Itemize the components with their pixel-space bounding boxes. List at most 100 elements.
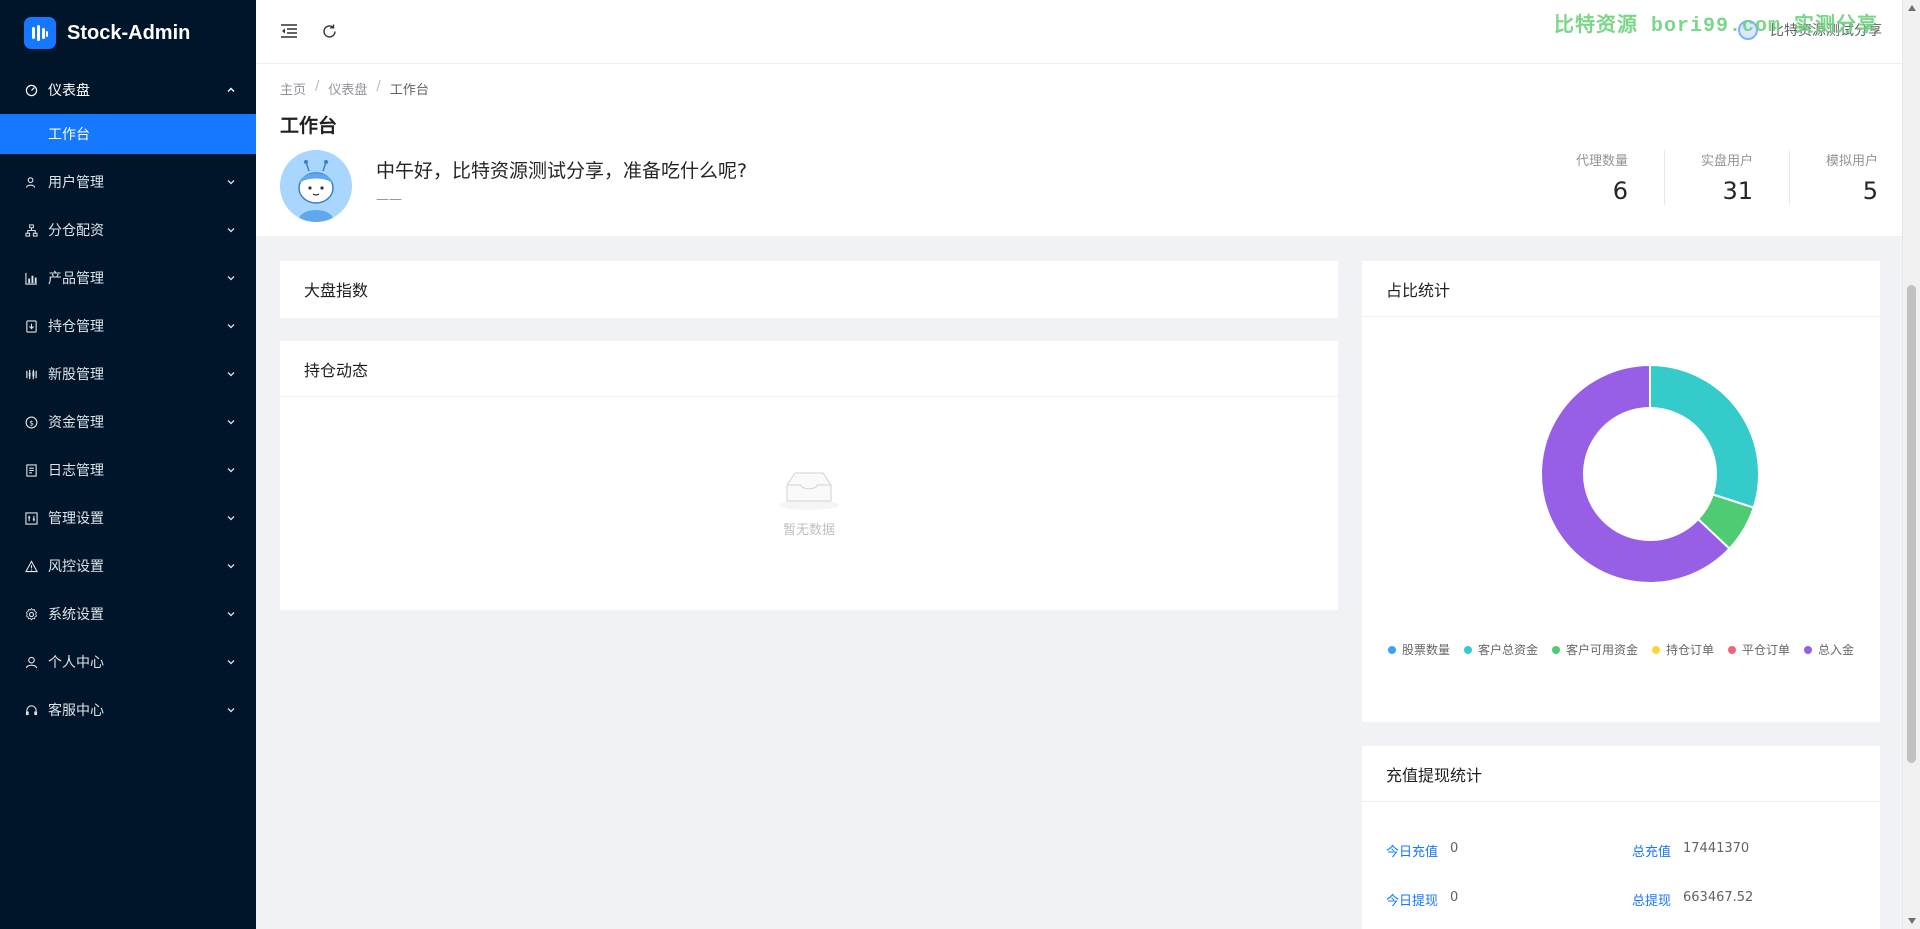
- fund-label[interactable]: 今日充值: [1386, 841, 1438, 860]
- legend-item[interactable]: 股票数量: [1387, 641, 1450, 658]
- sidebar-item-label: 客服中心: [48, 703, 104, 719]
- inbox-icon: [24, 319, 38, 333]
- greeting-sub: ——: [376, 192, 402, 207]
- sidebar-item-label: 风控设置: [48, 559, 104, 575]
- breadcrumb-current: 工作台: [389, 83, 429, 98]
- breadcrumb-separator: /: [315, 79, 320, 94]
- breadcrumb: 主页 / 仪表盘 / 工作台: [280, 79, 429, 98]
- scroll-up-icon[interactable]: [1907, 3, 1917, 13]
- chevron-down-icon: [226, 417, 236, 427]
- stat-value: 31: [1722, 177, 1753, 205]
- pie-slice-1[interactable]: [1649, 363, 1760, 509]
- sidebar-item-funds[interactable]: $ 资金管理: [0, 398, 256, 446]
- scroll-down-icon[interactable]: [1907, 916, 1917, 926]
- sidebar-item-label: 系统设置: [48, 607, 104, 623]
- sidebar-item-ipo[interactable]: 新股管理: [0, 350, 256, 398]
- stat-agents: 代理数量 6: [1542, 150, 1628, 205]
- stat-value: 6: [1612, 177, 1628, 205]
- card-title: 持仓动态: [280, 341, 1338, 397]
- greeting: 中午好，比特资源测试分享，准备吃什么呢?: [376, 160, 748, 182]
- chevron-down-icon: [226, 561, 236, 571]
- sidebar-subitem-label: 工作台: [48, 127, 90, 143]
- stat-real-users: 实盘用户 31: [1663, 150, 1753, 205]
- sidebar-item-logs[interactable]: 日志管理: [0, 446, 256, 494]
- log-icon: [24, 463, 38, 477]
- sidebar-item-label: 管理设置: [48, 511, 104, 527]
- sidebar-item-admin-settings[interactable]: 管理设置: [0, 494, 256, 542]
- cluster-icon: [24, 223, 38, 237]
- sidebar-item-label: 仪表盘: [48, 83, 90, 99]
- legend-label: 股票数量: [1401, 643, 1450, 657]
- sidebar-item-support[interactable]: 客服中心: [0, 686, 256, 734]
- menu-fold-icon[interactable]: [278, 20, 300, 42]
- card-title: 占比统计: [1362, 261, 1880, 317]
- sidebar-subitem-workbench[interactable]: 工作台: [0, 114, 256, 154]
- fund-label[interactable]: 总充值: [1632, 841, 1671, 860]
- chevron-down-icon: [226, 225, 236, 235]
- chevron-down-icon: [226, 705, 236, 715]
- chevron-down-icon: [226, 369, 236, 379]
- chevron-up-icon: [226, 85, 236, 95]
- legend-dot: [1463, 645, 1472, 654]
- sidebar-item-label: 持仓管理: [48, 319, 104, 335]
- sidebar-item-dashboard[interactable]: 仪表盘: [0, 66, 256, 114]
- sidebar-item-profile[interactable]: 个人中心: [0, 638, 256, 686]
- fund-value: 663467.52: [1683, 890, 1754, 905]
- watermark: 比特资源 bori99.com 实测分享: [1553, 15, 1878, 38]
- fund-total-withdraw: 总提现 663467.52: [1632, 890, 1753, 909]
- setting-panel-icon: [24, 511, 38, 525]
- sidebar-item-users[interactable]: 用户管理: [0, 158, 256, 206]
- fund-value: 17441370: [1683, 841, 1750, 856]
- svg-text:$: $: [29, 418, 34, 427]
- legend-dot: [1387, 645, 1396, 654]
- breadcrumb-dashboard[interactable]: 仪表盘: [328, 79, 367, 98]
- warning-icon: [24, 559, 38, 573]
- brand[interactable]: Stock-Admin: [0, 0, 256, 66]
- chevron-down-icon: [226, 513, 236, 523]
- legend-item[interactable]: 客户可用资金: [1551, 641, 1638, 658]
- legend-item[interactable]: 客户总资金: [1463, 641, 1538, 658]
- refresh-icon[interactable]: [318, 20, 340, 42]
- legend-label: 总入金: [1818, 643, 1855, 657]
- fund-today-withdraw: 今日提现 0: [1386, 890, 1458, 909]
- chart-icon: [24, 271, 38, 285]
- avatar: [280, 150, 352, 222]
- sidebar-item-allocation[interactable]: 分仓配资: [0, 206, 256, 254]
- fund-today-recharge: 今日充值 0: [1386, 841, 1458, 860]
- sidebar-item-positions[interactable]: 持仓管理: [0, 302, 256, 350]
- gear-icon: [24, 607, 38, 621]
- sidebar-item-products[interactable]: 产品管理: [0, 254, 256, 302]
- legend-item[interactable]: 总入金: [1804, 641, 1854, 658]
- sidebar-item-system[interactable]: 系统设置: [0, 590, 256, 638]
- stat-label: 代理数量: [1575, 154, 1628, 169]
- breadcrumb-home[interactable]: 主页: [280, 79, 306, 98]
- empty-state: 暂无数据: [280, 467, 1338, 538]
- fund-value: 0: [1450, 890, 1459, 905]
- empty-inbox-icon: [777, 467, 841, 511]
- position-card: 持仓动态 暂无数据: [280, 341, 1338, 610]
- page-scrollbar[interactable]: [1902, 0, 1920, 929]
- chevron-down-icon: [226, 657, 236, 667]
- funds-card: 充值提现统计 今日充值 0 总充值 17441370 今日提现 0 总提现 66…: [1362, 746, 1880, 929]
- logo-icon: [32, 25, 48, 41]
- legend-label: 客户总资金: [1477, 643, 1538, 657]
- card-title: 充值提现统计: [1362, 746, 1880, 802]
- legend-item[interactable]: 持仓订单: [1652, 641, 1714, 658]
- fund-label[interactable]: 今日提现: [1386, 890, 1438, 909]
- scroll-thumb[interactable]: [1907, 285, 1916, 763]
- legend-dot: [1804, 645, 1813, 654]
- legend-item[interactable]: 平仓订单: [1728, 641, 1790, 658]
- brand-logo: [24, 17, 56, 49]
- sidebar-item-label: 分仓配资: [48, 223, 104, 239]
- page-title: 工作台: [280, 115, 338, 137]
- sidebar-item-label: 用户管理: [48, 175, 104, 191]
- money-icon: $: [24, 415, 38, 429]
- donut-chart: [1540, 363, 1760, 584]
- sidebar-item-label: 个人中心: [48, 655, 104, 671]
- fund-label[interactable]: 总提现: [1632, 890, 1671, 909]
- stat-label: 实盘用户: [1700, 154, 1753, 169]
- person-icon: [24, 655, 38, 669]
- stat-label: 模拟用户: [1825, 154, 1878, 169]
- top-header: 比特资源测试分享 比特资源 bori99.com 实测分享: [256, 0, 1902, 64]
- sidebar-item-risk[interactable]: 风控设置: [0, 542, 256, 590]
